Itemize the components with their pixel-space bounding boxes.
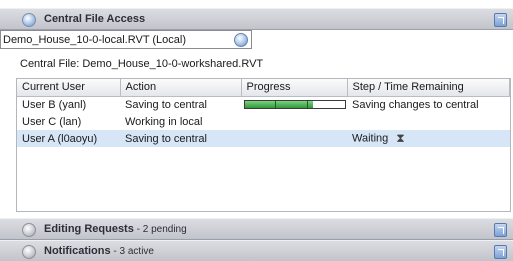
notifications-icon (22, 245, 36, 259)
column-header-action[interactable]: Action (120, 79, 242, 97)
notifications-count: - 3 active (110, 246, 154, 257)
cell-action: Working in local (125, 115, 203, 128)
column-header-progress[interactable]: Progress (241, 79, 348, 97)
table-header-row: Current User Action Progress Step / Time… (17, 79, 510, 97)
cell-progress (241, 96, 347, 113)
editing-requests-header[interactable]: Editing Requests - 2 pending (0, 218, 513, 240)
cell-step: Saving changes to central (352, 98, 479, 111)
notifications-header[interactable]: Notifications - 3 active (0, 240, 513, 261)
cell-progress (241, 113, 347, 130)
central-expand-button-icon[interactable] (494, 13, 507, 27)
cell-step-waiting: Waiting ⧗ (347, 130, 510, 147)
cell-step (347, 113, 510, 130)
refresh-icon[interactable] (234, 33, 248, 47)
progress-segment-divider (275, 101, 276, 109)
editing-requests-icon (22, 223, 36, 237)
editing-requests-title-text: Editing Requests (44, 223, 134, 235)
notifications-expand-button-icon[interactable] (494, 245, 507, 259)
table-row-selected[interactable]: User A (l0aoyu) Saving to central Waitin… (17, 130, 510, 147)
column-header-current-user[interactable]: Current User (17, 79, 121, 97)
cell-progress (241, 130, 347, 147)
cell-action: Saving to central (125, 98, 207, 111)
central-file-access-header[interactable]: Central File Access (0, 8, 513, 30)
hourglass-icon: ⧗ (396, 131, 405, 145)
cell-user: User A (l0aoyu) (17, 130, 120, 147)
column-header-step-time[interactable]: Step / Time Remaining (347, 79, 510, 97)
editing-requests-count: - 2 pending (133, 224, 187, 235)
table-row[interactable]: User C (lan) Working in local (17, 113, 510, 130)
progress-segment-divider (307, 101, 308, 109)
editing-expand-button-icon[interactable] (494, 223, 507, 237)
waiting-label: Waiting (352, 132, 389, 145)
user-activity-table: Current User Action Progress Step / Time… (16, 78, 511, 212)
notifications-title-text: Notifications (44, 245, 111, 257)
central-file-icon (22, 13, 36, 27)
progress-bar (244, 100, 346, 110)
table-row[interactable]: User B (yanl) Saving to central Saving c… (17, 96, 510, 113)
cell-user: User B (yanl) (22, 98, 87, 111)
progress-fill (245, 101, 313, 109)
editing-requests-title: Editing Requests - 2 pending (44, 223, 187, 235)
notifications-title: Notifications - 3 active (44, 245, 154, 257)
local-file-dropdown[interactable]: Demo_House_10-0-local.RVT (Local) (0, 30, 252, 49)
cell-action: Saving to central (120, 130, 241, 147)
central-file-access-title: Central File Access (44, 13, 146, 25)
local-file-value: Demo_House_10-0-local.RVT (Local) (3, 33, 187, 46)
central-file-label: Central File: Demo_House_10-0-workshared… (20, 58, 264, 70)
cell-user: User C (lan) (22, 115, 82, 128)
